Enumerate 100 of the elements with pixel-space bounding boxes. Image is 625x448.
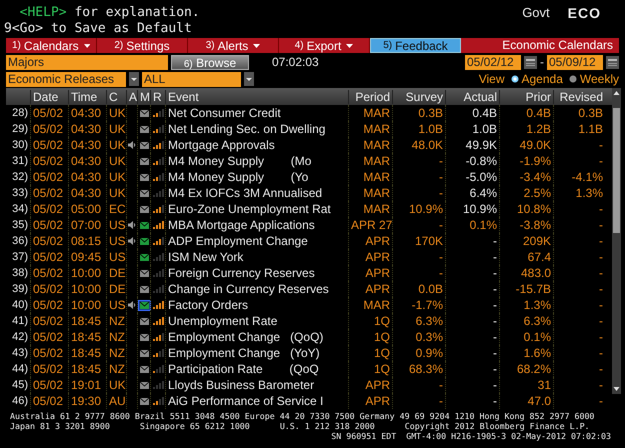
row-number[interactable]: 35) bbox=[6, 217, 30, 233]
row-number[interactable]: 43) bbox=[6, 345, 30, 361]
envelope-icon[interactable] bbox=[138, 332, 150, 342]
envelope-icon[interactable] bbox=[138, 284, 150, 294]
column-header[interactable]: Date bbox=[30, 90, 68, 104]
row-number[interactable]: 37) bbox=[6, 249, 30, 265]
table-cell: UK bbox=[106, 137, 126, 153]
envelope-icon[interactable] bbox=[138, 316, 150, 326]
event-name[interactable]: Net Lending Sec. on Dwelling bbox=[165, 121, 348, 137]
speaker-icon[interactable] bbox=[128, 237, 136, 245]
event-name[interactable]: Factory Orders bbox=[165, 297, 348, 313]
envelope-icon[interactable] bbox=[138, 348, 150, 358]
row-number[interactable]: 29) bbox=[6, 121, 30, 137]
end-date-field[interactable]: 05/09/12 bbox=[547, 54, 603, 70]
row-number[interactable]: 34) bbox=[6, 201, 30, 217]
event-name[interactable]: ADP Employment Change bbox=[165, 233, 348, 249]
event-name[interactable]: M4 Ex IOFCs 3M Annualised bbox=[165, 185, 348, 201]
start-date-field[interactable]: 05/02/12 bbox=[465, 54, 521, 70]
row-number[interactable]: 42) bbox=[6, 329, 30, 345]
envelope-icon[interactable] bbox=[138, 188, 150, 198]
event-name[interactable]: M4 Money Supply (Mo bbox=[165, 153, 348, 169]
calendar-icon[interactable] bbox=[606, 56, 619, 68]
envelope-icon[interactable] bbox=[138, 108, 150, 118]
caret-icon bbox=[253, 44, 260, 48]
footer-text: Singapore 65 6212 1000 bbox=[140, 421, 250, 431]
table-cell: 1.0B bbox=[392, 121, 445, 137]
table-cell: APR bbox=[348, 249, 392, 265]
table-cell: 67.4 bbox=[499, 249, 553, 265]
table-cell: APR bbox=[348, 393, 392, 409]
envelope-icon[interactable] bbox=[138, 124, 150, 134]
speaker-icon[interactable] bbox=[128, 301, 136, 309]
radio-label[interactable]: Weekly bbox=[580, 72, 619, 86]
envelope-icon[interactable] bbox=[138, 396, 150, 406]
event-name[interactable]: Change in Currency Reserves bbox=[165, 281, 348, 297]
scrollbar[interactable] bbox=[612, 88, 621, 394]
envelope-icon[interactable] bbox=[138, 236, 150, 246]
column-header[interactable]: Time bbox=[68, 90, 106, 104]
row-number[interactable]: 44) bbox=[6, 361, 30, 377]
column-header[interactable]: Actual bbox=[445, 90, 499, 104]
column-header[interactable]: R bbox=[150, 90, 165, 104]
event-name[interactable]: Employment Change (QoQ) bbox=[165, 329, 348, 345]
event-name[interactable]: Lloyds Business Barometer bbox=[165, 377, 348, 393]
row-number[interactable]: 32) bbox=[6, 169, 30, 185]
event-name[interactable]: M4 Money Supply (Yo bbox=[165, 169, 348, 185]
speaker-icon[interactable] bbox=[128, 141, 136, 149]
dropdown-icon[interactable] bbox=[129, 72, 139, 86]
row-number[interactable]: 38) bbox=[6, 265, 30, 281]
speaker-icon[interactable] bbox=[128, 221, 136, 229]
column-header[interactable]: Prior bbox=[499, 90, 553, 104]
list-field[interactable]: Majors bbox=[6, 54, 168, 70]
radio-button[interactable] bbox=[510, 75, 518, 83]
table-cell: - bbox=[553, 377, 605, 393]
row-number[interactable]: 30) bbox=[6, 137, 30, 153]
envelope-icon[interactable] bbox=[138, 252, 150, 262]
envelope-icon[interactable] bbox=[138, 156, 150, 166]
row-number[interactable]: 36) bbox=[6, 233, 30, 249]
envelope-icon[interactable] bbox=[138, 172, 150, 182]
table-cell: MAR bbox=[348, 105, 392, 121]
row-number[interactable]: 40) bbox=[6, 297, 30, 313]
column-header[interactable]: Survey bbox=[392, 90, 445, 104]
row-number[interactable]: 33) bbox=[6, 185, 30, 201]
event-name[interactable]: AiG Performance of Service I bbox=[165, 393, 348, 409]
event-name[interactable]: Foreign Currency Reserves bbox=[165, 265, 348, 281]
region-dropdown[interactable]: ALL bbox=[142, 72, 241, 86]
row-number[interactable]: 39) bbox=[6, 281, 30, 297]
event-name[interactable]: Employment Change (YoY) bbox=[165, 345, 348, 361]
row-number[interactable]: 45) bbox=[6, 377, 30, 393]
envelope-icon[interactable] bbox=[138, 140, 150, 150]
column-header[interactable]: M bbox=[137, 90, 150, 104]
event-name[interactable]: Unemployment Rate bbox=[165, 313, 348, 329]
event-name[interactable]: Mortgage Approvals bbox=[165, 137, 348, 153]
row-number[interactable]: 46) bbox=[6, 393, 30, 409]
row-number[interactable]: 31) bbox=[6, 153, 30, 169]
row-number[interactable]: 41) bbox=[6, 313, 30, 329]
calendar-icon[interactable] bbox=[524, 56, 537, 68]
radio-label[interactable]: Agenda bbox=[522, 72, 563, 86]
row-number[interactable]: 28) bbox=[6, 105, 30, 121]
envelope-icon[interactable] bbox=[138, 380, 150, 390]
column-header[interactable]: Revised bbox=[553, 90, 605, 104]
event-name[interactable]: ISM New York bbox=[165, 249, 348, 265]
event-name[interactable]: MBA Mortgage Applications bbox=[165, 217, 348, 233]
column-header[interactable]: Event bbox=[165, 90, 348, 104]
envelope-icon[interactable] bbox=[138, 268, 150, 278]
event-name[interactable]: Euro-Zone Unemployment Rat bbox=[165, 201, 348, 217]
radio-button[interactable] bbox=[568, 75, 577, 83]
column-header[interactable]: Period bbox=[348, 90, 392, 104]
dropdown-icon[interactable] bbox=[244, 72, 254, 86]
feedback-button[interactable]: 5) Feedback bbox=[370, 38, 461, 53]
envelope-icon[interactable] bbox=[138, 204, 150, 214]
column-header[interactable]: C bbox=[106, 90, 126, 104]
table-cell: - bbox=[553, 297, 605, 313]
column-header[interactable]: A bbox=[126, 90, 137, 104]
envelope-icon[interactable] bbox=[138, 364, 150, 374]
envelope-icon[interactable] bbox=[138, 220, 150, 230]
browse-button[interactable]: 6) Browse bbox=[171, 54, 249, 70]
release-type-dropdown[interactable]: Economic Releases bbox=[6, 72, 126, 86]
event-name[interactable]: Net Consumer Credit bbox=[165, 105, 348, 121]
table-cell: - bbox=[445, 313, 499, 329]
event-name[interactable]: Participation Rate (QoQ bbox=[165, 361, 348, 377]
envelope-icon[interactable] bbox=[138, 300, 150, 310]
